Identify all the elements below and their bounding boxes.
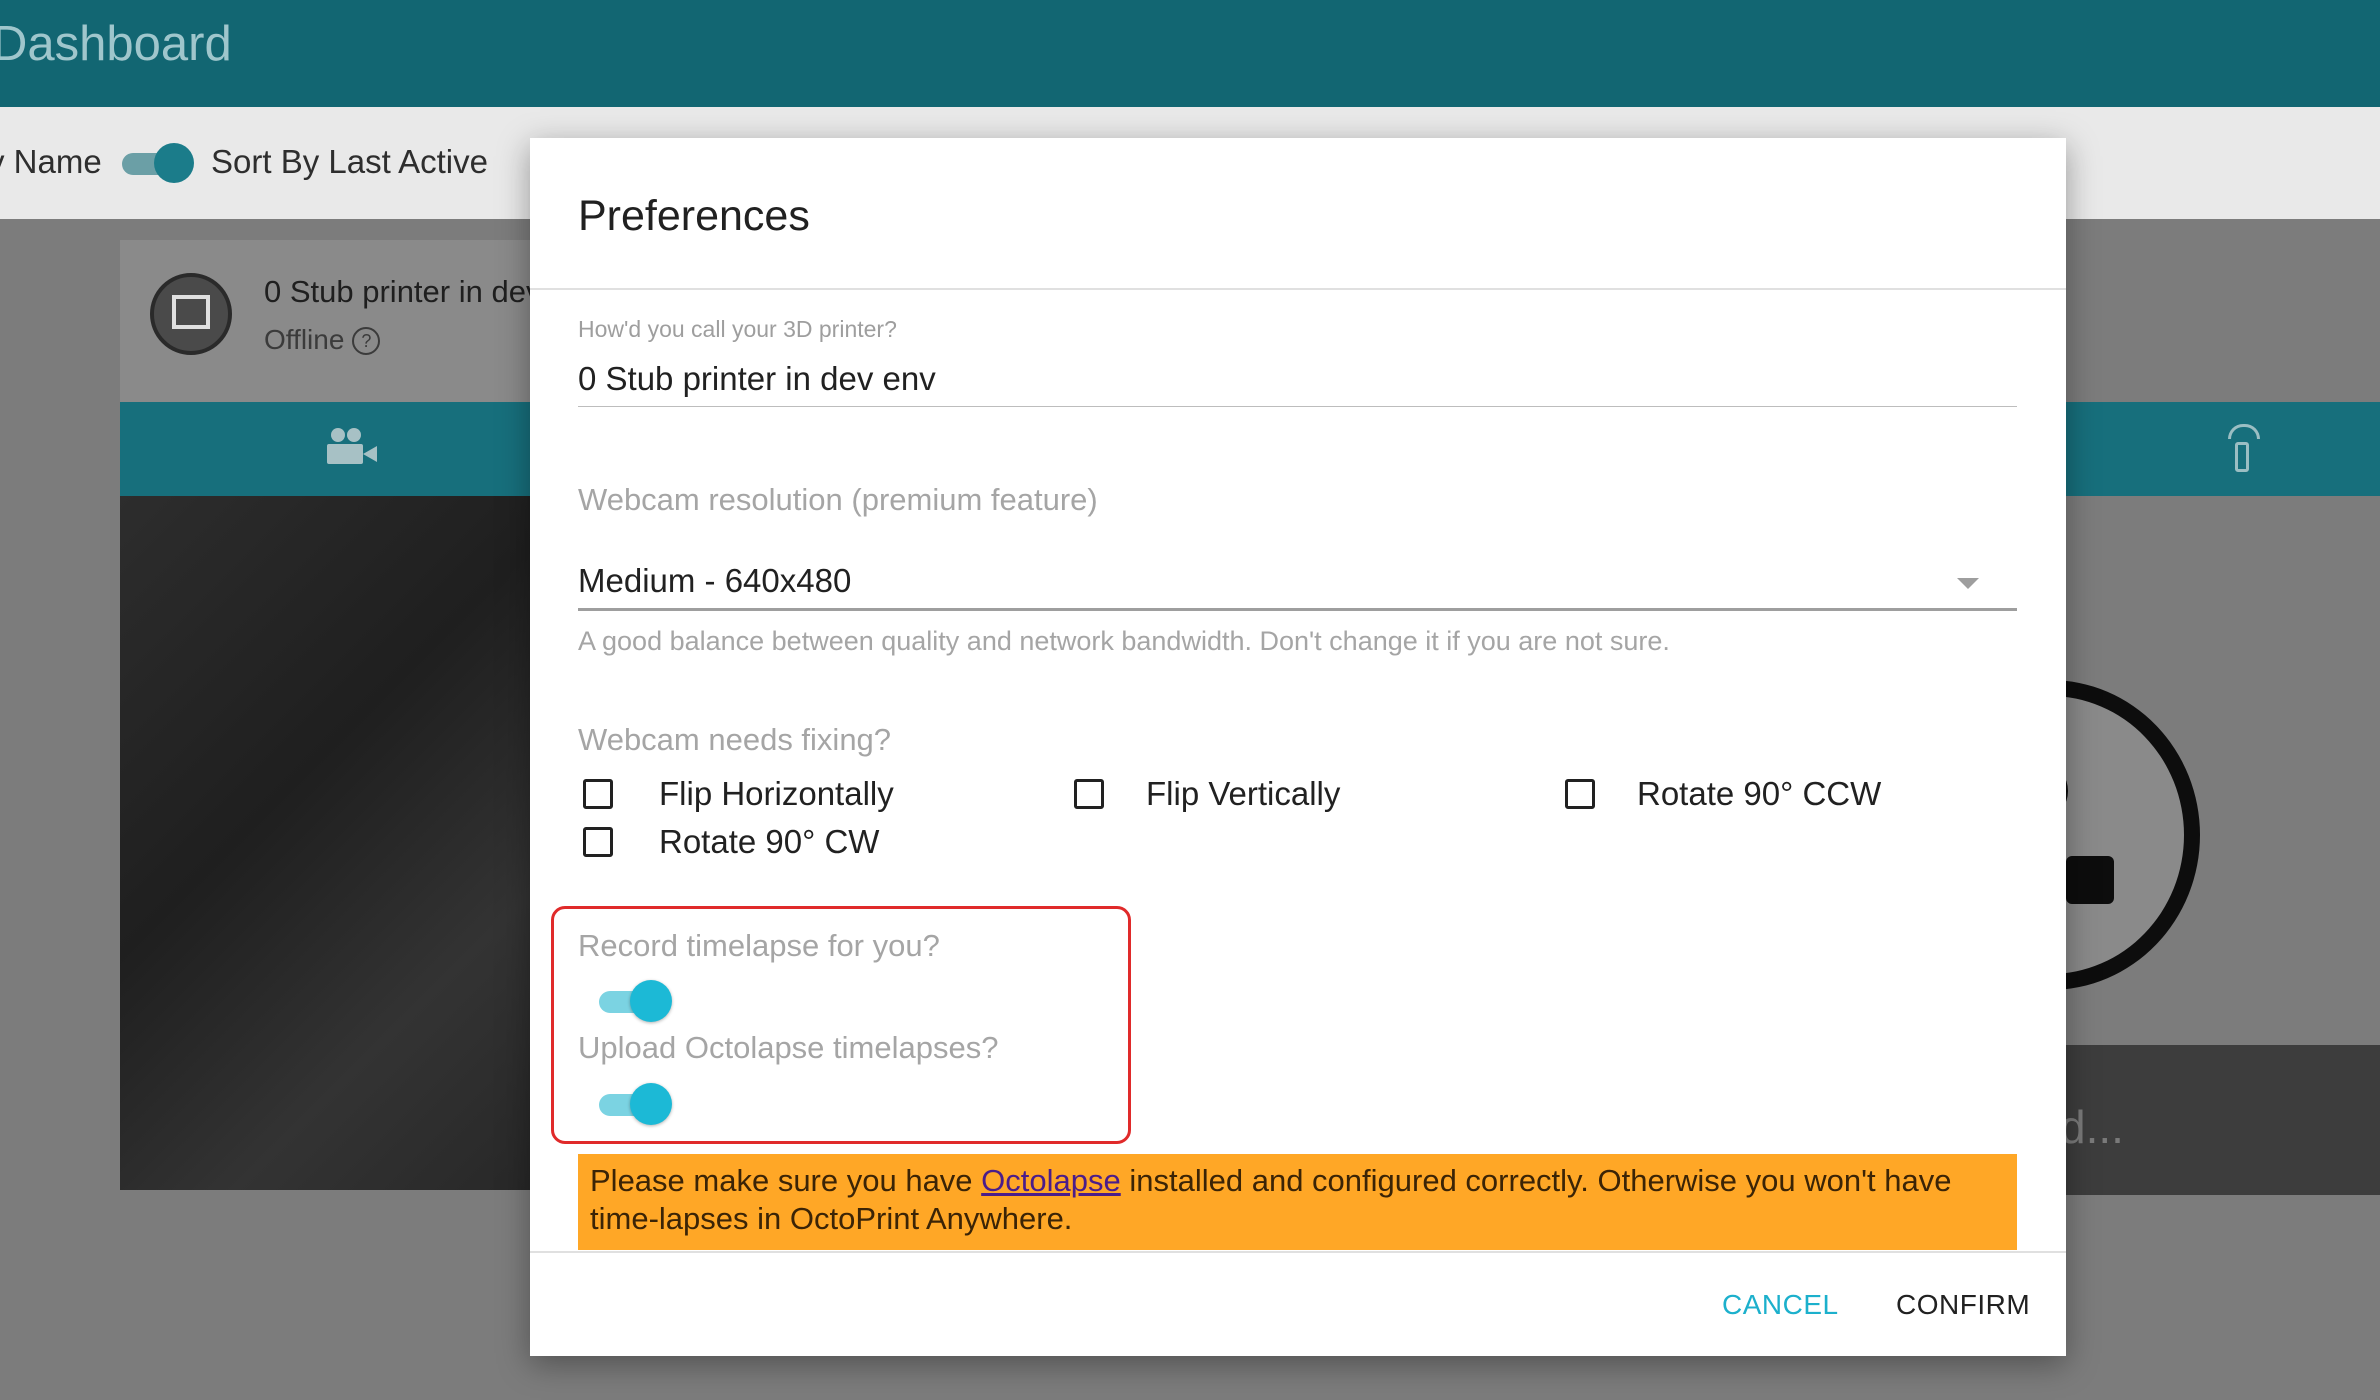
flip-horizontally-checkbox[interactable]: Flip Horizontally: [583, 775, 894, 813]
flip-vertically-checkbox[interactable]: Flip Vertically: [1074, 775, 1340, 813]
app-header: Dashboard: [0, 0, 2380, 107]
record-timelapse-toggle[interactable]: [597, 980, 673, 1022]
checkbox-icon[interactable]: [583, 827, 613, 857]
webcam-resolution-hint: A good balance between quality and netwo…: [578, 626, 1670, 656]
webcam-icon[interactable]: [327, 428, 377, 466]
webcam-image: [120, 496, 580, 1190]
rotate-cw-checkbox[interactable]: Rotate 90° CW: [583, 823, 879, 861]
remote-control-icon[interactable]: [2228, 424, 2260, 474]
printer-name-label: How'd you call your 3D printer?: [578, 316, 897, 342]
dialog-header-divider: [530, 288, 2066, 290]
cancel-button[interactable]: CANCEL: [1722, 1289, 1839, 1321]
webcam-fixing-label: Webcam needs fixing?: [578, 722, 892, 757]
flip-vertically-label: Flip Vertically: [1146, 775, 1341, 812]
webcam-resolution-underline: [578, 608, 2017, 611]
help-icon[interactable]: ?: [352, 327, 381, 355]
printer-name-input[interactable]: 0 Stub printer in dev env: [578, 360, 936, 398]
printer-name-underline: [578, 406, 2017, 407]
page-title: Dashboard: [0, 17, 232, 71]
rotate-ccw-label: Rotate 90° CCW: [1637, 775, 1882, 812]
flip-horizontally-label: Flip Horizontally: [659, 775, 894, 812]
webcam-resolution-label: Webcam resolution (premium feature): [578, 482, 1098, 517]
record-timelapse-label: Record timelapse for you?: [578, 928, 940, 963]
sort-by-last-active-label: Sort By Last Active: [211, 143, 488, 180]
sort-by-name-label: y Name: [0, 143, 102, 180]
rotate-cw-label: Rotate 90° CW: [659, 823, 880, 860]
rotate-ccw-checkbox[interactable]: Rotate 90° CCW: [1565, 775, 1881, 813]
checkbox-icon[interactable]: [583, 779, 613, 809]
octolapse-link[interactable]: Octolapse: [981, 1163, 1121, 1198]
warning-text-before: Please make sure you have: [590, 1163, 982, 1198]
dialog-title: Preferences: [578, 192, 810, 240]
upload-octolapse-toggle[interactable]: [597, 1083, 673, 1125]
printer-card-name: 0 Stub printer in dev: [264, 274, 542, 309]
octolapse-warning: Please make sure you have Octolapse inst…: [578, 1154, 2017, 1250]
status-text: Offline: [264, 324, 345, 355]
confirm-button[interactable]: CONFIRM: [1896, 1289, 2030, 1321]
dialog-footer-divider: [530, 1251, 2066, 1253]
sort-toggle-knob: [154, 143, 194, 183]
printer-avatar-icon: [150, 273, 232, 355]
printer-card-status: Offline?: [264, 324, 381, 356]
checkbox-icon[interactable]: [1074, 779, 1104, 809]
sort-toggle[interactable]: [118, 143, 194, 183]
checkbox-icon[interactable]: [1565, 779, 1595, 809]
chevron-down-icon[interactable]: [1957, 578, 1979, 589]
preferences-dialog: Preferences How'd you call your 3D print…: [530, 138, 2066, 1356]
status-overlay-text: d...: [2060, 1101, 2124, 1153]
upload-octolapse-label: Upload Octolapse timelapses?: [578, 1030, 999, 1065]
webcam-resolution-select[interactable]: Medium - 640x480: [578, 562, 851, 600]
